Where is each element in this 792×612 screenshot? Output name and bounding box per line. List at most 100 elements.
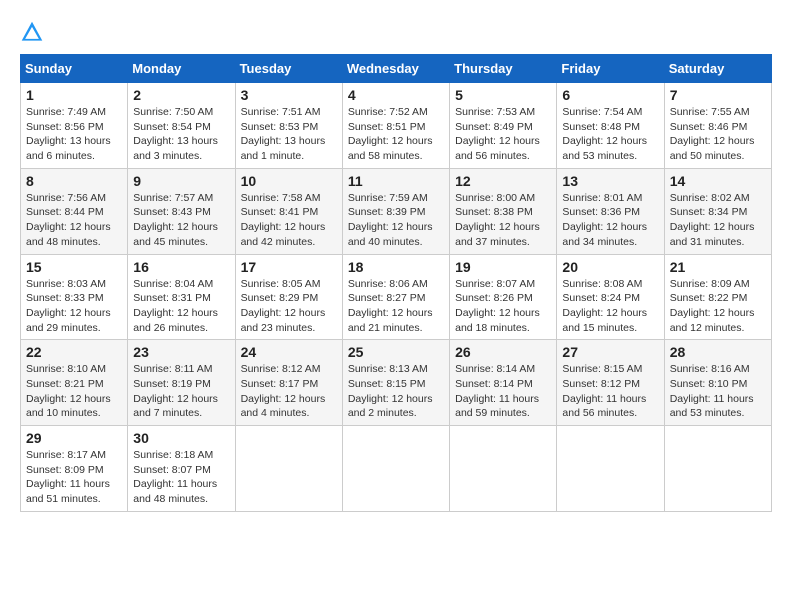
day-cell: 6 Sunrise: 7:54 AM Sunset: 8:48 PM Daylig… [557,83,664,169]
day-detail: Sunrise: 7:59 AM Sunset: 8:39 PM Dayligh… [348,191,444,250]
day-cell [342,426,449,512]
day-number: 29 [26,430,122,446]
day-number: 14 [670,173,766,189]
day-cell: 14 Sunrise: 8:02 AM Sunset: 8:34 PM Dayli… [664,168,771,254]
day-number: 7 [670,87,766,103]
day-cell: 30 Sunrise: 8:18 AM Sunset: 8:07 PM Dayli… [128,426,235,512]
header-saturday: Saturday [664,55,771,83]
header-thursday: Thursday [450,55,557,83]
day-cell: 15 Sunrise: 8:03 AM Sunset: 8:33 PM Dayli… [21,254,128,340]
day-cell: 28Sunrise: 8:16 AM Sunset: 8:10 PM Dayli… [664,340,771,426]
day-detail: Sunrise: 8:03 AM Sunset: 8:33 PM Dayligh… [26,277,122,336]
day-cell: 5 Sunrise: 7:53 AM Sunset: 8:49 PM Daylig… [450,83,557,169]
day-cell: 29 Sunrise: 8:17 AM Sunset: 8:09 PM Dayli… [21,426,128,512]
day-cell: 22 Sunrise: 8:10 AM Sunset: 8:21 PM Dayli… [21,340,128,426]
day-number: 10 [241,173,337,189]
day-number: 30 [133,430,229,446]
day-detail: Sunrise: 7:56 AM Sunset: 8:44 PM Dayligh… [26,191,122,250]
day-number: 25 [348,344,444,360]
day-number: 24 [241,344,337,360]
header-friday: Friday [557,55,664,83]
day-number: 17 [241,259,337,275]
day-number: 22 [26,344,122,360]
week-row-1: 1 Sunrise: 7:49 AM Sunset: 8:56 PM Daylig… [21,83,772,169]
day-cell: 9 Sunrise: 7:57 AM Sunset: 8:43 PM Daylig… [128,168,235,254]
day-detail: Sunrise: 8:04 AM Sunset: 8:31 PM Dayligh… [133,277,229,336]
day-number: 16 [133,259,229,275]
day-detail: Sunrise: 8:08 AM Sunset: 8:24 PM Dayligh… [562,277,658,336]
day-cell: 25 Sunrise: 8:13 AM Sunset: 8:15 PM Dayli… [342,340,449,426]
day-cell: 27 Sunrise: 8:15 AM Sunset: 8:12 PM Dayli… [557,340,664,426]
day-number: 27 [562,344,658,360]
day-detail: Sunrise: 7:50 AM Sunset: 8:54 PM Dayligh… [133,105,229,164]
day-detail: Sunrise: 7:53 AM Sunset: 8:49 PM Dayligh… [455,105,551,164]
day-cell [557,426,664,512]
calendar-table: SundayMondayTuesdayWednesdayThursdayFrid… [20,54,772,512]
day-detail: Sunrise: 7:52 AM Sunset: 8:51 PM Dayligh… [348,105,444,164]
day-detail: Sunrise: 8:02 AM Sunset: 8:34 PM Dayligh… [670,191,766,250]
day-number: 20 [562,259,658,275]
day-detail: Sunrise: 7:55 AM Sunset: 8:46 PM Dayligh… [670,105,766,164]
day-cell: 7 Sunrise: 7:55 AM Sunset: 8:46 PM Daylig… [664,83,771,169]
day-detail: Sunrise: 8:14 AM Sunset: 8:14 PM Dayligh… [455,362,551,421]
day-number: 26 [455,344,551,360]
header-tuesday: Tuesday [235,55,342,83]
day-cell: 1 Sunrise: 7:49 AM Sunset: 8:56 PM Daylig… [21,83,128,169]
day-detail: Sunrise: 7:57 AM Sunset: 8:43 PM Dayligh… [133,191,229,250]
day-detail: Sunrise: 8:15 AM Sunset: 8:12 PM Dayligh… [562,362,658,421]
day-detail: Sunrise: 7:54 AM Sunset: 8:48 PM Dayligh… [562,105,658,164]
day-cell: 13 Sunrise: 8:01 AM Sunset: 8:36 PM Dayli… [557,168,664,254]
day-number: 9 [133,173,229,189]
day-number: 15 [26,259,122,275]
week-row-2: 8 Sunrise: 7:56 AM Sunset: 8:44 PM Daylig… [21,168,772,254]
week-row-4: 22 Sunrise: 8:10 AM Sunset: 8:21 PM Dayli… [21,340,772,426]
day-number: 4 [348,87,444,103]
day-cell: 18 Sunrise: 8:06 AM Sunset: 8:27 PM Dayli… [342,254,449,340]
week-row-3: 15 Sunrise: 8:03 AM Sunset: 8:33 PM Dayli… [21,254,772,340]
header-wednesday: Wednesday [342,55,449,83]
day-cell: 23Sunrise: 8:11 AM Sunset: 8:19 PM Dayli… [128,340,235,426]
day-cell: 16 Sunrise: 8:04 AM Sunset: 8:31 PM Dayli… [128,254,235,340]
day-number: 2 [133,87,229,103]
day-detail: Sunrise: 7:51 AM Sunset: 8:53 PM Dayligh… [241,105,337,164]
day-number: 18 [348,259,444,275]
day-detail: Sunrise: 8:18 AM Sunset: 8:07 PM Dayligh… [133,448,229,507]
day-detail: Sunrise: 8:16 AM Sunset: 8:10 PM Dayligh… [670,362,766,421]
day-detail: Sunrise: 8:10 AM Sunset: 8:21 PM Dayligh… [26,362,122,421]
day-cell: 10 Sunrise: 7:58 AM Sunset: 8:41 PM Dayli… [235,168,342,254]
day-cell: 11Sunrise: 7:59 AM Sunset: 8:39 PM Dayli… [342,168,449,254]
day-detail: Sunrise: 8:13 AM Sunset: 8:15 PM Dayligh… [348,362,444,421]
calendar-header-row: SundayMondayTuesdayWednesdayThursdayFrid… [21,55,772,83]
day-number: 5 [455,87,551,103]
day-detail: Sunrise: 8:09 AM Sunset: 8:22 PM Dayligh… [670,277,766,336]
day-detail: Sunrise: 8:05 AM Sunset: 8:29 PM Dayligh… [241,277,337,336]
day-number: 21 [670,259,766,275]
day-number: 12 [455,173,551,189]
day-detail: Sunrise: 8:11 AM Sunset: 8:19 PM Dayligh… [133,362,229,421]
day-cell: 12 Sunrise: 8:00 AM Sunset: 8:38 PM Dayli… [450,168,557,254]
page-header [20,20,772,44]
day-detail: Sunrise: 8:01 AM Sunset: 8:36 PM Dayligh… [562,191,658,250]
day-number: 13 [562,173,658,189]
day-cell: 20 Sunrise: 8:08 AM Sunset: 8:24 PM Dayli… [557,254,664,340]
day-detail: Sunrise: 8:12 AM Sunset: 8:17 PM Dayligh… [241,362,337,421]
day-detail: Sunrise: 8:17 AM Sunset: 8:09 PM Dayligh… [26,448,122,507]
logo [20,20,48,44]
day-detail: Sunrise: 7:58 AM Sunset: 8:41 PM Dayligh… [241,191,337,250]
day-number: 19 [455,259,551,275]
day-number: 8 [26,173,122,189]
day-detail: Sunrise: 8:06 AM Sunset: 8:27 PM Dayligh… [348,277,444,336]
day-detail: Sunrise: 8:00 AM Sunset: 8:38 PM Dayligh… [455,191,551,250]
day-cell: 3Sunrise: 7:51 AM Sunset: 8:53 PM Daylig… [235,83,342,169]
day-cell: 21 Sunrise: 8:09 AM Sunset: 8:22 PM Dayli… [664,254,771,340]
day-cell: 4 Sunrise: 7:52 AM Sunset: 8:51 PM Daylig… [342,83,449,169]
day-cell [664,426,771,512]
day-cell: 2 Sunrise: 7:50 AM Sunset: 8:54 PM Daylig… [128,83,235,169]
header-sunday: Sunday [21,55,128,83]
day-number: 6 [562,87,658,103]
day-detail: Sunrise: 8:07 AM Sunset: 8:26 PM Dayligh… [455,277,551,336]
day-cell [235,426,342,512]
day-detail: Sunrise: 7:49 AM Sunset: 8:56 PM Dayligh… [26,105,122,164]
day-cell [450,426,557,512]
day-number: 1 [26,87,122,103]
